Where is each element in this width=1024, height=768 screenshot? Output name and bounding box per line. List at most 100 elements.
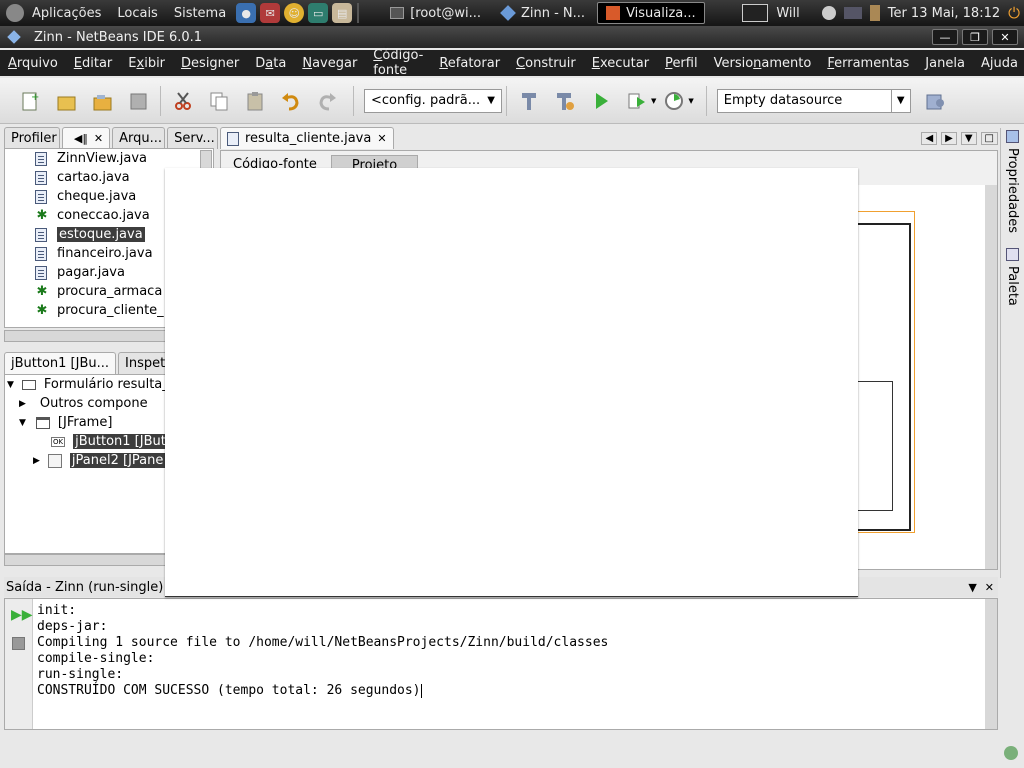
thunderbird-launcher-icon[interactable]: ✉ bbox=[260, 3, 281, 23]
gnome-foot-icon[interactable] bbox=[6, 4, 24, 22]
expand-icon[interactable]: ▶ bbox=[33, 456, 40, 466]
menu-item-4[interactable]: Data bbox=[247, 56, 294, 71]
projects-tabstrip: Profiler ◀‖ ✕ Arqu... Serv... bbox=[4, 125, 220, 149]
datasource-select[interactable]: Empty datasource bbox=[716, 88, 891, 113]
properties-icon[interactable] bbox=[1006, 130, 1019, 143]
close-window-button[interactable]: ✕ bbox=[992, 29, 1018, 45]
menu-item-8[interactable]: Construir bbox=[508, 56, 584, 71]
close-icon[interactable]: ✕ bbox=[377, 132, 386, 145]
open-project-icon[interactable] bbox=[90, 89, 114, 113]
menu-item-10[interactable]: Perfil bbox=[657, 56, 706, 71]
menu-item-7[interactable]: Refatorar bbox=[431, 56, 508, 71]
new-file-icon[interactable]: + bbox=[18, 89, 42, 113]
menu-item-11[interactable]: Versionamento bbox=[706, 56, 820, 71]
status-indicator-icon[interactable] bbox=[1004, 746, 1018, 760]
drive-icon[interactable] bbox=[843, 7, 862, 19]
profile-icon[interactable] bbox=[662, 89, 686, 113]
sidebar-palette[interactable]: Paleta bbox=[1005, 266, 1020, 306]
menu-item-1[interactable]: Editar bbox=[66, 56, 121, 71]
chevron-down-icon[interactable]: ▼ bbox=[651, 97, 656, 105]
java-file-icon bbox=[35, 246, 47, 261]
paste-icon[interactable] bbox=[243, 89, 267, 113]
menu-item-12[interactable]: Ferramentas bbox=[819, 56, 917, 71]
palette-icon[interactable] bbox=[1006, 248, 1019, 261]
menu-label-pre: A bbox=[980, 55, 990, 71]
menu-item-6[interactable]: Código-fonte bbox=[365, 48, 431, 78]
java-file-icon bbox=[35, 151, 47, 166]
list-item[interactable]: ZinnView.java bbox=[35, 149, 213, 168]
menu-applications[interactable]: Aplicações bbox=[24, 6, 109, 21]
sidebar-properties[interactable]: Propriedades bbox=[1005, 148, 1020, 233]
tab-resulta-cliente[interactable]: resulta_cliente.java ✕ bbox=[220, 127, 394, 149]
menu-item-0[interactable]: Arquivo bbox=[0, 56, 66, 71]
blank-window[interactable] bbox=[165, 168, 858, 597]
run-icon[interactable] bbox=[589, 89, 613, 113]
rerun-icon[interactable]: ▶▶ bbox=[11, 607, 33, 623]
undo-icon[interactable] bbox=[279, 89, 303, 113]
tab-files[interactable]: Arqu... bbox=[112, 127, 166, 149]
menu-item-14[interactable]: Ajuda bbox=[973, 56, 1024, 71]
java-file-icon bbox=[35, 265, 47, 280]
tab-services[interactable]: Serv... bbox=[167, 127, 219, 149]
output-vertical-scrollbar[interactable] bbox=[985, 599, 997, 729]
minimize-button[interactable]: — bbox=[932, 29, 958, 45]
new-project-icon[interactable] bbox=[54, 89, 78, 113]
connect-database-icon[interactable] bbox=[923, 89, 947, 113]
menu-item-3[interactable]: Designer bbox=[173, 56, 247, 71]
tab-profiler[interactable]: Profiler bbox=[4, 127, 60, 149]
redo-icon[interactable] bbox=[315, 89, 339, 113]
scroll-left-icon[interactable]: ◀ bbox=[921, 131, 938, 145]
firefox-launcher-icon[interactable]: ● bbox=[236, 3, 257, 23]
menu-label-post: esigner bbox=[191, 55, 240, 71]
collapse-icon[interactable]: ▼ bbox=[7, 380, 14, 390]
network-icon[interactable] bbox=[821, 6, 836, 20]
maximize-button[interactable]: ❐ bbox=[962, 29, 988, 45]
menu-item-5[interactable]: Navegar bbox=[294, 56, 365, 71]
status-bar bbox=[0, 736, 1024, 768]
menu-item-9[interactable]: Executar bbox=[584, 56, 657, 71]
notes-launcher-icon[interactable]: ▤ bbox=[332, 3, 353, 23]
menu-item-2[interactable]: Exibir bbox=[120, 56, 173, 71]
menu-item-13[interactable]: Janela bbox=[917, 56, 973, 71]
terminal-launcher-icon[interactable]: ▭ bbox=[308, 3, 329, 23]
copy-icon[interactable] bbox=[207, 89, 231, 113]
power-icon[interactable]: ⏻ bbox=[1008, 4, 1020, 22]
output-menu-icon[interactable]: ▼ bbox=[968, 581, 976, 594]
documents-dropdown-icon[interactable]: ▼ bbox=[960, 131, 977, 145]
tab-properties[interactable]: jButton1 [JBu... bbox=[4, 352, 117, 374]
maximize-editor-icon[interactable]: □ bbox=[980, 131, 998, 145]
window-titlebar[interactable]: Zinn - NetBeans IDE 6.0.1 — ❐ ✕ bbox=[0, 26, 1024, 48]
save-all-icon[interactable] bbox=[126, 89, 150, 113]
smiley-launcher-icon[interactable]: ☺ bbox=[284, 3, 305, 23]
tab-projects[interactable]: ◀‖ ✕ bbox=[61, 127, 111, 149]
task-viewer[interactable]: Visualiza... bbox=[597, 2, 705, 24]
monitor-icon[interactable] bbox=[742, 4, 769, 22]
debug-icon[interactable] bbox=[625, 89, 649, 113]
task-terminal[interactable]: [root@wi... bbox=[382, 2, 489, 24]
clock[interactable]: Ter 13 Mai, 18:12 bbox=[888, 6, 1000, 21]
stop-icon[interactable] bbox=[12, 637, 25, 650]
close-icon[interactable]: ✕ bbox=[94, 132, 103, 145]
clean-build-icon[interactable] bbox=[553, 89, 577, 113]
chevron-down-icon[interactable]: ▼ bbox=[688, 97, 693, 105]
datasource-select-value: Empty datasource bbox=[723, 93, 843, 108]
build-hammer-icon[interactable] bbox=[517, 89, 541, 113]
battery-icon[interactable] bbox=[869, 5, 880, 21]
task-label: [root@wi... bbox=[410, 5, 481, 21]
config-select[interactable]: <config. padrã... ▼ bbox=[364, 88, 502, 113]
user-switcher[interactable]: Will bbox=[776, 6, 799, 21]
restore-icon[interactable]: ◀‖ bbox=[74, 132, 88, 145]
scroll-right-icon[interactable]: ▶ bbox=[941, 131, 957, 145]
chevron-down-icon[interactable]: ▼ bbox=[890, 88, 911, 113]
task-netbeans[interactable]: Zinn - N... bbox=[493, 2, 593, 24]
expand-icon[interactable]: ▶ bbox=[19, 399, 26, 409]
cut-icon[interactable] bbox=[171, 89, 195, 113]
menu-system[interactable]: Sistema bbox=[166, 6, 234, 21]
close-icon[interactable]: ✕ bbox=[985, 581, 994, 594]
collapse-icon[interactable]: ▼ bbox=[19, 418, 26, 428]
java-icon bbox=[606, 6, 621, 20]
menu-places[interactable]: Locais bbox=[109, 6, 165, 21]
scrollbar-right[interactable] bbox=[985, 185, 997, 569]
menu-label-mnemonic: E bbox=[591, 55, 600, 71]
menu-label-post: rquivo bbox=[16, 55, 58, 71]
